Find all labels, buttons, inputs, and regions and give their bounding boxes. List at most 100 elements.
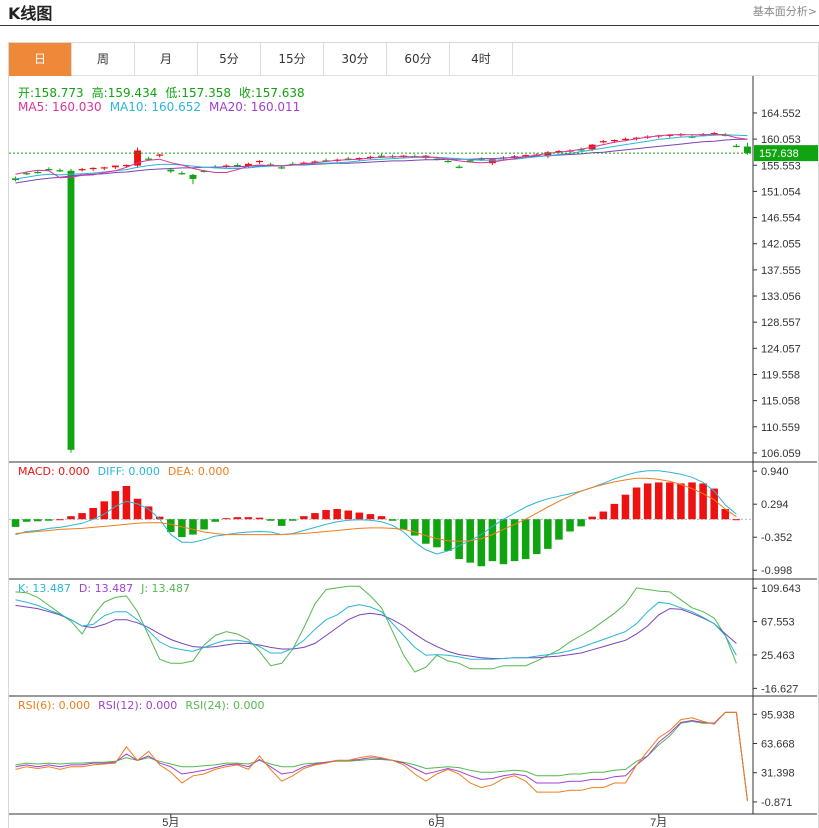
ma10-value: MA10: 160.652 — [109, 100, 201, 114]
macd-bar — [632, 487, 641, 520]
price-axis-tick-label: 160.053 — [761, 134, 801, 146]
macd-bar — [244, 517, 253, 520]
rsi-axis-tick-label: -0.871 — [761, 797, 792, 809]
macd-bar — [477, 519, 486, 567]
price-axis-tick-label: 133.056 — [761, 291, 801, 303]
candle-body — [444, 160, 452, 163]
macd-bar — [255, 517, 264, 520]
rsi6-line — [15, 711, 748, 802]
open-value: 开:158.773 — [18, 86, 84, 100]
candle-body — [256, 160, 263, 163]
candle-body — [278, 167, 286, 169]
ma5-value: MA5: 160.030 — [18, 100, 102, 114]
candle-body — [78, 169, 86, 171]
macd-bar — [189, 519, 197, 535]
price-axis-tick-label: 164.552 — [761, 108, 801, 120]
candle-body — [111, 165, 119, 168]
macd-bar — [388, 519, 397, 521]
last-price-label: 157.638 — [759, 148, 799, 160]
close-value: 收:157.638 — [239, 86, 305, 100]
macd-bar — [56, 519, 64, 521]
high-value: 高:159.434 — [91, 86, 158, 100]
price-axis-tick-label: 124.057 — [761, 343, 801, 355]
macd-bar — [22, 519, 31, 522]
candle-body — [455, 166, 463, 168]
macd-bar — [144, 506, 153, 520]
k-line — [15, 599, 737, 660]
price-axis-tick-label: 106.059 — [761, 448, 801, 460]
ma20-line — [15, 138, 748, 184]
macd-bar — [610, 503, 619, 520]
macd-bar — [499, 519, 508, 565]
macd-bar — [200, 519, 208, 530]
x-axis-tick-label: 7月 — [650, 817, 667, 827]
candle-body — [233, 164, 241, 167]
x-axis-tick-label: 6月 — [428, 817, 445, 827]
candle-body — [34, 171, 42, 174]
macd-bar — [211, 519, 219, 522]
diff-value: DIFF: 0.000 — [97, 465, 160, 478]
price-axis-tick-label: 115.058 — [761, 396, 800, 408]
macd-bar — [45, 519, 53, 521]
macd-bar — [67, 516, 75, 520]
d-value: D: 13.487 — [78, 582, 134, 595]
price-axis-tick-label: 151.054 — [761, 186, 801, 198]
ma20-value: MA20: 160.011 — [209, 100, 301, 114]
k-value: K: 13.487 — [18, 582, 71, 595]
kdj-axis-tick-label: 67.553 — [761, 617, 795, 629]
price-axis-tick-label: 110.559 — [761, 422, 800, 434]
candle-body — [67, 170, 75, 450]
ohlc-legend: 开:158.773 高:159.434 低:157.358 收:157.638 — [18, 84, 313, 101]
macd-bar — [377, 516, 386, 520]
macd-bar — [732, 519, 741, 521]
d-line — [15, 604, 737, 659]
j-value: J: 13.487 — [141, 582, 191, 595]
price-axis-tick-label: 155.553 — [761, 160, 801, 172]
macd-axis-tick-label: -0.352 — [761, 532, 792, 544]
macd-bar — [33, 519, 42, 522]
macd-bar — [277, 519, 286, 526]
macd-value: MACD: 0.000 — [18, 465, 90, 478]
candle-body — [732, 145, 740, 147]
candle-body — [156, 154, 164, 156]
x-axis-tick-label: 5月 — [162, 817, 179, 827]
macd-bar — [666, 482, 674, 520]
macd-bar — [133, 498, 142, 520]
macd-bar — [654, 482, 663, 520]
candle-body — [56, 170, 64, 172]
rsi-axis-tick-label: 31.398 — [761, 768, 795, 780]
kdj-axis-tick-label: -16.627 — [761, 683, 798, 695]
rsi-axis-tick-label: 63.668 — [761, 738, 795, 750]
rsi24-line — [15, 711, 748, 802]
kdj-axis-tick-label: 109.643 — [761, 583, 801, 595]
ma-legend: MA5: 160.030 MA10: 160.652 MA20: 160.011 — [18, 100, 308, 114]
macd-bar — [289, 519, 297, 521]
candle-body — [100, 167, 108, 169]
macd-bar — [78, 513, 86, 520]
kdj-axis-tick-label: 25.463 — [761, 650, 795, 662]
low-value: 低:157.358 — [165, 86, 232, 100]
macd-bar — [300, 516, 308, 520]
candle-body — [45, 169, 53, 171]
price-axis-tick-label: 142.055 — [761, 239, 801, 251]
candle-body — [610, 139, 618, 142]
macd-bar — [322, 510, 330, 520]
candle-body — [167, 169, 175, 172]
rsi-legend: RSI(6): 0.000 RSI(12): 0.000 RSI(24): 0.00… — [18, 699, 272, 712]
price-axis-tick-label: 146.554 — [761, 213, 801, 225]
macd-bar — [433, 519, 441, 548]
candle-body — [599, 141, 607, 143]
macd-bar — [366, 514, 375, 520]
candle-body — [89, 167, 97, 170]
candle-body — [378, 155, 385, 157]
rsi6-value: RSI(6): 0.000 — [18, 699, 91, 712]
macd-axis-tick-label: 0.294 — [761, 499, 789, 511]
candle-body — [178, 173, 186, 175]
candle-body — [189, 174, 197, 179]
macd-bar — [521, 519, 530, 560]
macd-bar — [444, 519, 452, 551]
macd-bar — [555, 519, 563, 540]
macd-axis-tick-label: 0.940 — [761, 466, 789, 478]
macd-bar — [621, 494, 630, 520]
macd-bar — [488, 519, 497, 562]
